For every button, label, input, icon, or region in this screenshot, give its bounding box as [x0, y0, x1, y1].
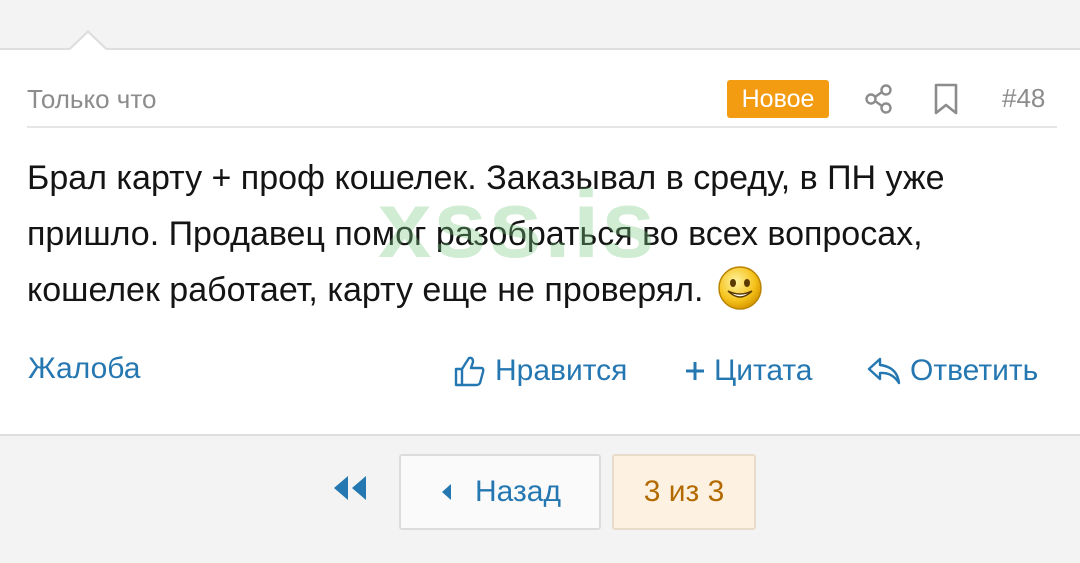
page-indicator[interactable]: 3 из 3 — [612, 454, 756, 530]
back-button[interactable]: Назад — [399, 454, 601, 530]
post-time[interactable]: Только что — [27, 84, 156, 115]
double-left-arrow-icon[interactable] — [330, 472, 370, 504]
quote-label: Цитата — [714, 354, 813, 387]
pagination: Назад 3 из 3 — [0, 436, 1080, 563]
smiley-icon — [718, 266, 762, 310]
caret-left-icon — [442, 484, 452, 500]
post-actions: Жалоба Нравится Цитата Ответить — [0, 350, 1080, 396]
like-label: Нравится — [495, 354, 628, 387]
previous-post-bottom — [0, 0, 1080, 50]
new-badge: Новое — [727, 80, 829, 118]
post-meta-bar: Только что Новое #48 — [27, 78, 1057, 128]
quote-button[interactable]: Цитата — [684, 354, 812, 388]
reply-button[interactable]: Ответить — [866, 354, 1038, 388]
avatar-icon — [60, 0, 150, 12]
post-text: Брал карту + проф кошелек. Заказывал в с… — [27, 159, 945, 309]
post-number[interactable]: #48 — [1002, 83, 1045, 114]
plus-icon — [686, 362, 704, 380]
back-label: Назад — [475, 475, 561, 508]
thumbs-up-icon — [454, 356, 485, 387]
like-button[interactable]: Нравится — [453, 354, 627, 388]
post-card: Только что Новое #48 Брал карту + проф к… — [0, 50, 1080, 436]
reply-label: Ответить — [910, 354, 1039, 387]
post-body: Брал карту + проф кошелек. Заказывал в с… — [27, 150, 1047, 318]
reply-arrow-icon — [867, 357, 901, 385]
bookmark-icon[interactable] — [931, 82, 961, 116]
share-icon[interactable] — [862, 82, 896, 116]
report-link[interactable]: Жалоба — [28, 352, 140, 386]
